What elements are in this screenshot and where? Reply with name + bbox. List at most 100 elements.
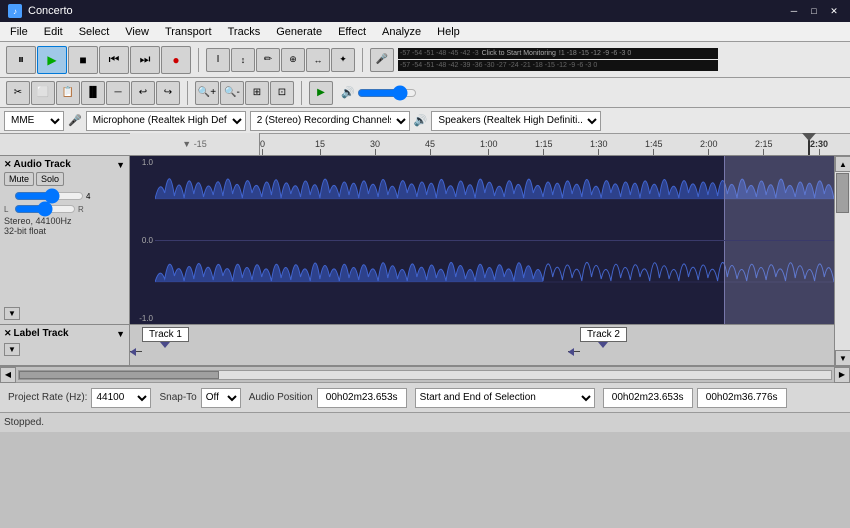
multi-tool-button[interactable]: ✦: [331, 48, 355, 72]
menu-item-transport[interactable]: Transport: [157, 24, 220, 40]
track-menu-button[interactable]: ▼: [4, 307, 20, 320]
toolbar-transport: ⏸ ▶ ■ ⏮ ⏭ ● I ↕ ✏ ⊕ ↔ ✦ 🎤 -57 -54 -51 -4…: [0, 42, 850, 78]
separator4: [301, 81, 302, 105]
copy-button[interactable]: ⬜: [31, 81, 55, 105]
play-button[interactable]: ▶: [37, 46, 67, 74]
audio-track-collapse[interactable]: ▼: [116, 160, 125, 170]
menu-item-view[interactable]: View: [117, 24, 157, 40]
menu-item-effect[interactable]: Effect: [330, 24, 374, 40]
zoom-out-button[interactable]: 🔍-: [220, 81, 244, 105]
label-track2-arrow-left: [568, 348, 574, 356]
tracks-area: ✕ Audio Track ▼ Mute Solo 4 L R: [0, 156, 850, 366]
prev-button[interactable]: ⏮: [99, 46, 129, 74]
menu-item-analyze[interactable]: Analyze: [374, 24, 429, 40]
menu-item-select[interactable]: Select: [71, 24, 118, 40]
pan-r-label: R: [78, 205, 84, 214]
vscroll-track: [835, 172, 850, 350]
toolbar-edit: ✂ ⬜ 📋 ▐▌ ─ ↩ ↪ 🔍+ 🔍- ⊞ ⊡ ▶ 🔊: [0, 78, 850, 108]
audio-position-group: Audio Position: [249, 388, 407, 408]
driver-select[interactable]: MME: [4, 111, 64, 131]
track-footer-controls: ▼: [4, 307, 20, 320]
label-track1-arrow-left: [130, 348, 136, 356]
solo-button[interactable]: Solo: [36, 172, 64, 186]
hscroll-thumb[interactable]: [19, 371, 219, 379]
menu-item-file[interactable]: File: [2, 24, 36, 40]
menu-item-tracks[interactable]: Tracks: [220, 24, 269, 40]
undo-button[interactable]: ↩: [131, 81, 155, 105]
stop-button[interactable]: ■: [68, 46, 98, 74]
audio-position-field2[interactable]: [603, 388, 693, 408]
project-rate-select[interactable]: 44100: [91, 388, 151, 408]
y-label-mid1: 0.0: [142, 236, 153, 245]
close-button[interactable]: ✕: [826, 3, 842, 19]
draw-tool-button[interactable]: ✏: [256, 48, 280, 72]
zoom-in-button[interactable]: 🔍+: [195, 81, 219, 105]
hscroll-right-button[interactable]: ▶: [834, 367, 850, 383]
output-volume-slider[interactable]: [357, 87, 417, 99]
output-volume: 🔊: [337, 86, 421, 99]
audio-position-field3[interactable]: [697, 388, 787, 408]
record-button[interactable]: ●: [161, 46, 191, 74]
label-track1-pin-down: [160, 342, 170, 348]
info-bar: Stopped.: [0, 412, 850, 432]
silence-button[interactable]: ─: [106, 81, 130, 105]
envelope-tool-button[interactable]: ↕: [231, 48, 255, 72]
paste-button[interactable]: 📋: [56, 81, 80, 105]
track-info-stereo: Stereo, 44100Hz: [4, 216, 125, 226]
audio-track-content[interactable]: 1.0 0.0 -1.0 1.0 0.0 -1.0: [130, 156, 834, 324]
ruler-mark-45: 45: [425, 139, 435, 155]
next-button[interactable]: ⏭: [130, 46, 160, 74]
tracks-inner: ✕ Audio Track ▼ Mute Solo 4 L R: [0, 156, 834, 366]
channels-select[interactable]: 2 (Stereo) Recording Channels: [250, 111, 410, 131]
label-track-collapse[interactable]: ▼: [116, 329, 125, 339]
label-track-arrow: ▼: [4, 343, 125, 356]
timeshift-tool-button[interactable]: ↔: [306, 48, 330, 72]
zoom-tool-button[interactable]: ⊕: [281, 48, 305, 72]
vscroll-thumb[interactable]: [836, 173, 849, 213]
play-green-button[interactable]: ▶: [309, 81, 333, 105]
label-track-title: Label Track: [14, 328, 69, 339]
label-track-content[interactable]: Track 1 Track 2: [130, 325, 834, 365]
menu-item-generate[interactable]: Generate: [268, 24, 330, 40]
label-track-menu[interactable]: ▼: [4, 343, 20, 356]
hscroll-left-button[interactable]: ◀: [0, 367, 16, 383]
fit-selection-button[interactable]: ⊡: [270, 81, 294, 105]
label-track1: Track 1: [142, 327, 189, 348]
audio-track: ✕ Audio Track ▼ Mute Solo 4 L R: [0, 156, 834, 325]
label-track-close[interactable]: ✕: [4, 328, 12, 339]
mute-solo-controls: Mute Solo: [4, 172, 125, 186]
ruler-mark-145: 1:45: [645, 139, 663, 155]
maximize-button[interactable]: □: [806, 3, 822, 19]
output-device-select[interactable]: Speakers (Realtek High Definiti...: [431, 111, 601, 131]
label-track-header: ✕ Label Track ▼ ▼: [0, 325, 130, 365]
input-device-select[interactable]: Microphone (Realtek High Defi...: [86, 111, 246, 131]
trim-button[interactable]: ▐▌: [81, 81, 105, 105]
audio-track-title: Audio Track: [14, 159, 71, 170]
separator3: [187, 81, 188, 105]
scroll-down-button[interactable]: ▼: [835, 350, 850, 366]
label-track1-box[interactable]: Track 1: [142, 327, 189, 342]
snap-to-select[interactable]: Off: [201, 388, 241, 408]
redo-button[interactable]: ↪: [156, 81, 180, 105]
select-tool-button[interactable]: I: [206, 48, 230, 72]
pause-button[interactable]: ⏸: [6, 46, 36, 74]
tool-controls: I ↕ ✏ ⊕ ↔ ✦: [204, 48, 357, 72]
menu-item-edit[interactable]: Edit: [36, 24, 71, 40]
fit-project-button[interactable]: ⊞: [245, 81, 269, 105]
position-fields: [603, 388, 787, 408]
transport-controls: ⏸ ▶ ■ ⏮ ⏭ ●: [4, 46, 193, 74]
ruler-mark-100: 1:00: [480, 139, 498, 155]
minimize-button[interactable]: ─: [786, 3, 802, 19]
menu-item-help[interactable]: Help: [429, 24, 468, 40]
audio-track-close[interactable]: ✕: [4, 159, 12, 170]
label-track2-box[interactable]: Track 2: [580, 327, 627, 342]
cut-button[interactable]: ✂: [6, 81, 30, 105]
selection-type-select[interactable]: Start and End of Selection: [415, 388, 595, 408]
project-rate-group: Project Rate (Hz): 44100: [8, 388, 151, 408]
pan-slider[interactable]: [14, 203, 76, 215]
mute-button[interactable]: Mute: [4, 172, 34, 186]
mic-button[interactable]: 🎤: [370, 48, 394, 72]
audio-position-field1[interactable]: [317, 388, 407, 408]
label-track-name: ✕ Label Track ▼: [4, 328, 125, 339]
scroll-up-button[interactable]: ▲: [835, 156, 850, 172]
